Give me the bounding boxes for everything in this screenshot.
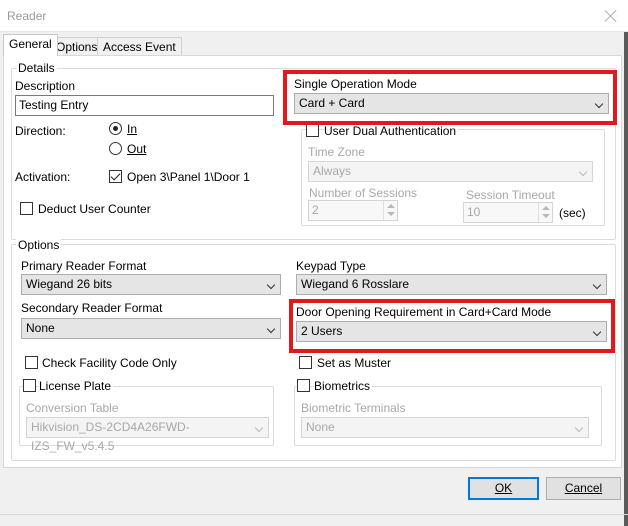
chevron-down-icon (578, 167, 588, 177)
user-dual-auth-label[interactable]: User Dual Authentication (324, 124, 459, 138)
details-group-title: Details (16, 61, 57, 75)
number-of-sessions-value: 2 (312, 203, 319, 217)
keypad-type-value: Wiegand 6 Rosslare (301, 277, 410, 291)
deduct-user-counter-checkbox[interactable] (20, 202, 33, 215)
door-opening-requirement-highlight (289, 299, 615, 353)
spin-arrows-icon[interactable] (383, 201, 397, 220)
session-timeout-stepper[interactable]: 10 (463, 202, 553, 223)
direction-out-radio[interactable] (109, 142, 122, 155)
direction-in-radio[interactable] (109, 122, 122, 135)
time-zone-label: Time Zone (308, 145, 365, 159)
number-of-sessions-stepper[interactable]: 2 (308, 200, 398, 221)
activation-label: Activation: (15, 170, 71, 184)
activation-value[interactable]: Open 3\Panel 1\Door 1 (127, 170, 250, 184)
chevron-down-icon (574, 423, 584, 433)
set-as-muster-label[interactable]: Set as Muster (317, 356, 391, 370)
reader-dialog: Reader General Options Access Event Deta… (0, 0, 628, 526)
description-label: Description (15, 79, 76, 93)
deduct-user-counter-label[interactable]: Deduct User Counter (38, 202, 151, 216)
biometric-terminals-label: Biometric Terminals (301, 401, 406, 415)
user-dual-auth-checkbox[interactable] (306, 124, 319, 137)
status-strip (0, 514, 628, 515)
biometric-terminals-select[interactable]: None (301, 417, 589, 438)
session-timeout-value: 10 (467, 205, 481, 219)
window-edge (624, 32, 628, 526)
ok-button-label: OK (494, 481, 513, 495)
time-zone-value: Always (313, 164, 352, 178)
secondary-reader-format-value: None (26, 321, 55, 335)
session-timeout-label: Session Timeout (466, 188, 555, 202)
secondary-reader-format-label: Secondary Reader Format (21, 301, 163, 315)
time-zone-select[interactable]: Always (308, 161, 593, 182)
ok-button[interactable]: OK (468, 477, 539, 500)
biometric-terminals-value: None (306, 420, 335, 434)
chevron-down-icon (266, 324, 276, 334)
conversion-table-label: Conversion Table (26, 401, 119, 415)
number-of-sessions-label: Number of Sessions (309, 186, 418, 200)
tab-options[interactable]: Options (50, 37, 104, 57)
keypad-type-select[interactable]: Wiegand 6 Rosslare (296, 274, 607, 295)
set-as-muster-checkbox[interactable] (299, 356, 312, 369)
license-plate-checkbox[interactable] (23, 379, 36, 392)
primary-reader-format-select[interactable]: Wiegand 26 bits (21, 274, 281, 295)
close-icon[interactable] (604, 9, 618, 23)
description-input[interactable]: Testing Entry (15, 95, 274, 116)
title-bar[interactable]: Reader (0, 0, 628, 32)
conversion-table-select[interactable]: Hikvision_DS-2CD4A26FWD-IZS_FW_v5.4.5 (26, 417, 269, 453)
session-timeout-unit: (sec) (559, 206, 586, 220)
direction-label: Direction: (15, 124, 66, 138)
chevron-down-icon (592, 280, 602, 290)
cancel-button-label: Cancel (564, 481, 603, 495)
license-plate-label[interactable]: License Plate (39, 379, 114, 393)
direction-in-label[interactable]: In (127, 122, 137, 136)
keypad-type-label: Keypad Type (296, 259, 366, 273)
tab-general[interactable]: General (3, 34, 58, 56)
chevron-down-icon (266, 280, 276, 290)
activation-checkbox[interactable] (109, 170, 122, 183)
tab-access-event[interactable]: Access Event (97, 37, 182, 57)
single-operation-mode-highlight (283, 70, 617, 125)
primary-reader-format-value: Wiegand 26 bits (26, 277, 113, 291)
primary-reader-format-label: Primary Reader Format (21, 259, 147, 273)
chevron-down-icon (254, 423, 264, 433)
secondary-reader-format-select[interactable]: None (21, 318, 281, 339)
biometrics-checkbox[interactable] (297, 379, 310, 392)
window-title: Reader (7, 9, 47, 23)
options-group-title: Options (16, 238, 62, 252)
check-facility-code-checkbox[interactable] (25, 356, 38, 369)
spin-arrows-icon[interactable] (538, 203, 552, 222)
biometrics-label[interactable]: Biometrics (314, 379, 373, 393)
check-facility-code-label[interactable]: Check Facility Code Only (42, 356, 177, 370)
direction-out-label[interactable]: Out (127, 142, 146, 156)
cancel-button[interactable]: Cancel (546, 477, 621, 500)
